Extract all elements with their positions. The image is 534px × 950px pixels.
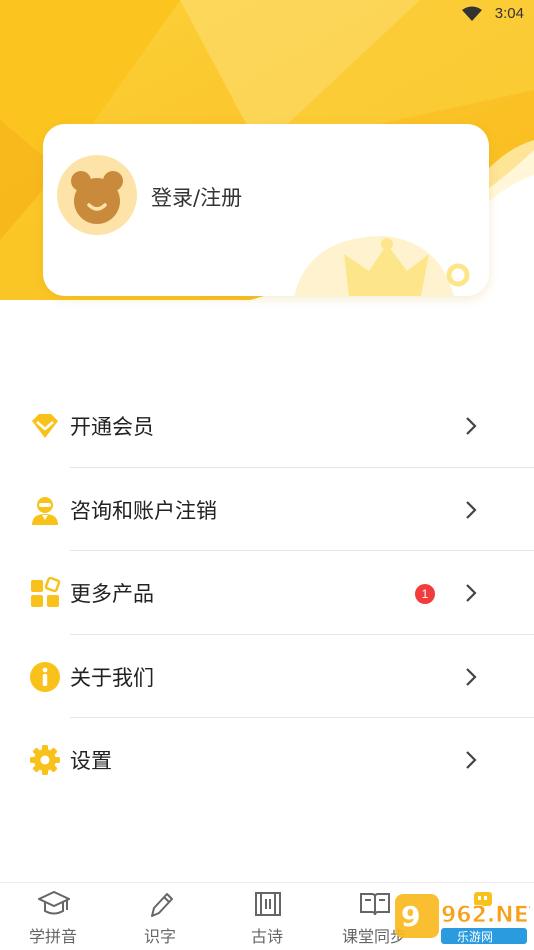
chevron-right-icon <box>466 751 477 769</box>
menu-label-settings: 设置 <box>70 749 112 773</box>
chevron-right-icon <box>466 584 477 602</box>
avatar[interactable] <box>57 155 137 235</box>
settings-menu: 开通会员 咨询和账户注销 更多产品 1 关于我们 设置 <box>0 384 534 802</box>
tab-label: 学拼音 <box>28 927 77 946</box>
info-icon <box>30 661 60 692</box>
menu-label-about: 关于我们 <box>70 665 154 690</box>
svg-text:962.NET: 962.NET <box>441 903 530 928</box>
apps-grid-icon <box>31 577 61 607</box>
diamond-icon <box>32 414 58 438</box>
menu-label-more-products: 更多产品 <box>70 582 154 606</box>
menu-label-consult: 咨询和账户注销 <box>70 498 217 523</box>
tab-label: 识字 <box>143 927 176 946</box>
chevron-right-icon <box>466 417 477 435</box>
support-agent-icon <box>32 496 58 525</box>
menu-item-vip[interactable]: 开通会员 <box>0 384 534 468</box>
svg-text:乐游网: 乐游网 <box>457 930 493 944</box>
tab-pinyin[interactable]: 学拼音 <box>0 883 106 950</box>
svg-text:9: 9 <box>401 900 420 933</box>
menu-item-more-products[interactable]: 更多产品 1 <box>0 551 534 635</box>
menu-label-vip: 开通会员 <box>70 415 154 439</box>
site-watermark-logo: 9 962.NET 乐游网 <box>395 894 530 944</box>
profile-card[interactable]: 登录/注册 <box>43 124 489 296</box>
status-time: 3:04 <box>494 5 524 22</box>
menu-item-consult[interactable]: 咨询和账户注销 <box>0 468 534 551</box>
bear-avatar-icon <box>71 171 123 224</box>
book-icon <box>360 893 390 916</box>
chevron-right-icon <box>466 667 477 686</box>
tab-characters[interactable]: 识字 <box>107 883 213 950</box>
login-register-link[interactable]: 登录/注册 <box>151 182 242 212</box>
crown-decoration-icon <box>294 236 470 296</box>
menu-item-about[interactable]: 关于我们 <box>0 635 534 718</box>
tab-label: 古诗 <box>250 927 283 946</box>
status-bar: 3:04 <box>0 0 534 28</box>
tab-poems[interactable]: 古诗 <box>214 883 320 950</box>
chevron-right-icon <box>466 500 477 519</box>
wifi-icon <box>462 6 482 21</box>
menu-item-settings[interactable]: 设置 <box>0 718 534 802</box>
notification-badge: 1 <box>415 584 435 604</box>
graduation-cap-icon <box>38 890 70 915</box>
gear-icon <box>30 745 60 775</box>
pencil-icon <box>151 893 173 917</box>
scroll-icon <box>255 892 281 916</box>
